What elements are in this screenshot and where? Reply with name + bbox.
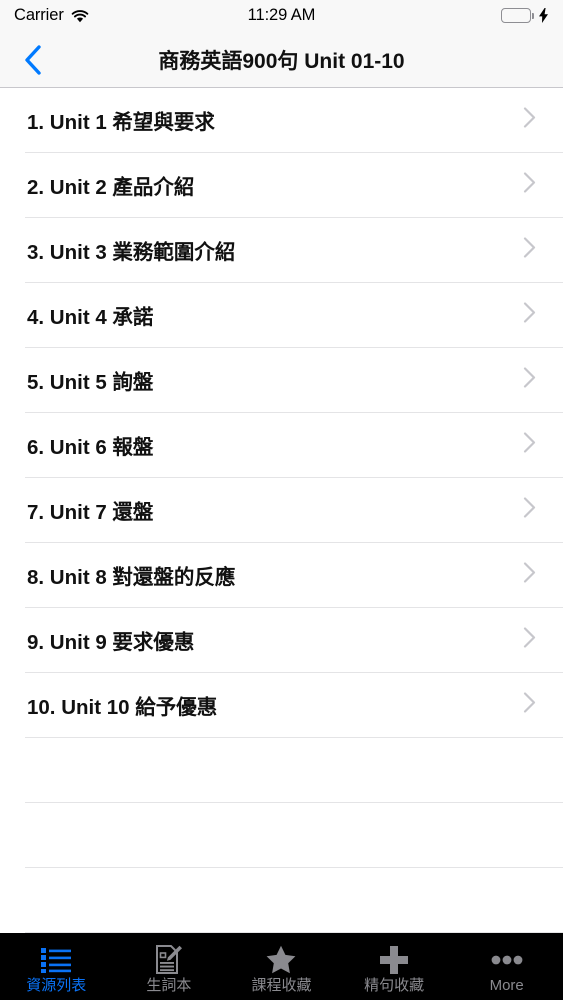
battery-cap: [531, 13, 534, 20]
list-item[interactable]: 7. Unit 7 還盤: [0, 478, 563, 542]
status-bar-right: [501, 8, 549, 23]
list-item[interactable]: 1. Unit 1 希望與要求: [0, 88, 563, 152]
list-item[interactable]: 5. Unit 5 詢盤: [0, 348, 563, 412]
tab-plus[interactable]: 精句收藏: [338, 933, 451, 1000]
chevron-right-icon: [523, 172, 536, 199]
clock-label: 11:29 AM: [247, 6, 316, 24]
list-item[interactable]: 3. Unit 3 業務範圍介紹: [0, 218, 563, 282]
chevron-right-icon: [523, 432, 536, 459]
chevron-right-icon: [523, 627, 536, 654]
list-item[interactable]: 6. Unit 6 報盤: [0, 413, 563, 477]
list-item-label: 3. Unit 3 業務範圍介紹: [27, 241, 236, 264]
list-item[interactable]: 4. Unit 4 承諾: [0, 283, 563, 347]
tab-ellipsis[interactable]: More: [450, 933, 563, 1000]
tab-label: 課程收藏: [251, 976, 312, 994]
list-item[interactable]: 8. Unit 8 對還盤的反應: [0, 543, 563, 607]
list-item-label: 1. Unit 1 希望與要求: [27, 111, 215, 134]
app-root: Carrier 11:29 AM 商務英語900句 Unit 01-10 1. …: [0, 0, 563, 1000]
page-title: 商務英語900句 Unit 01-10: [158, 49, 405, 73]
ellipsis-icon: [491, 945, 523, 975]
chevron-right-icon: [523, 562, 536, 589]
tab-list[interactable]: 資源列表: [0, 933, 113, 1000]
chevron-right-icon: [523, 497, 536, 524]
navigation-bar: 商務英語900句 Unit 01-10: [0, 31, 563, 88]
tab-star[interactable]: 課程收藏: [225, 933, 338, 1000]
list-item[interactable]: 10. Unit 10 給予優惠: [0, 673, 563, 737]
chevron-right-icon: [523, 692, 536, 719]
carrier-label: Carrier: [14, 6, 64, 24]
list-item-label: 6. Unit 6 報盤: [27, 436, 154, 459]
tab-bar: 資源列表 生詞本 課程收藏 精句收藏 More: [0, 933, 563, 1000]
plus-icon: [380, 945, 409, 975]
chevron-left-icon: [23, 44, 43, 76]
resource-list[interactable]: 1. Unit 1 希望與要求 2. Unit 2 產品介紹 3. Unit 3…: [0, 88, 563, 933]
list-item[interactable]: 2. Unit 2 產品介紹: [0, 153, 563, 217]
tab-label: 生詞本: [146, 976, 192, 994]
list-item-label: 10. Unit 10 給予優惠: [27, 696, 218, 719]
chevron-right-icon: [523, 237, 536, 264]
list-item-empty: [0, 868, 563, 932]
list-item-label: 9. Unit 9 要求優惠: [27, 631, 195, 654]
lightning-bolt-icon: [538, 8, 549, 23]
chevron-right-icon: [523, 302, 536, 329]
wifi-icon: [71, 9, 89, 23]
list-item-label: 7. Unit 7 還盤: [27, 501, 154, 524]
status-bar: Carrier 11:29 AM: [0, 0, 563, 31]
chevron-right-icon: [523, 107, 536, 134]
tab-label: More: [489, 976, 524, 994]
list-item-label: 8. Unit 8 對還盤的反應: [27, 566, 236, 589]
list-item-label: 5. Unit 5 詢盤: [27, 371, 154, 394]
tab-label: 精句收藏: [364, 976, 425, 994]
list-item-label: 4. Unit 4 承諾: [27, 306, 154, 329]
star-icon: [266, 945, 296, 975]
tab-label: 資源列表: [26, 976, 87, 994]
list-item-empty: [0, 738, 563, 802]
battery-icon: [501, 8, 534, 23]
list-icon: [41, 945, 72, 975]
tab-note-pencil[interactable]: 生詞本: [113, 933, 226, 1000]
list-item-label: 2. Unit 2 產品介紹: [27, 176, 195, 199]
back-button[interactable]: [10, 31, 56, 88]
list-item-empty: [0, 803, 563, 867]
note-pencil-icon: [155, 944, 183, 975]
status-bar-left: Carrier: [14, 6, 89, 25]
chevron-right-icon: [523, 367, 536, 394]
list-item[interactable]: 9. Unit 9 要求優惠: [0, 608, 563, 672]
